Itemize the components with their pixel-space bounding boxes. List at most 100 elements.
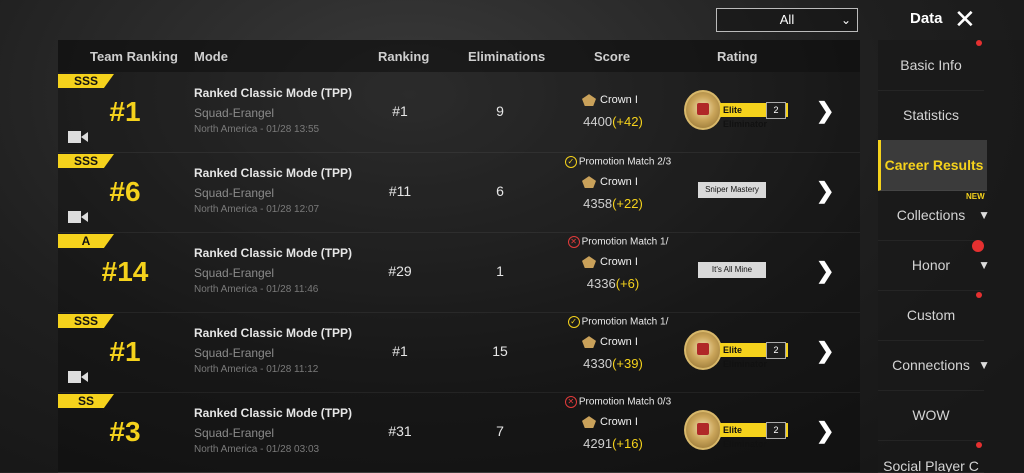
score: 4330(+39) [568,356,658,371]
rating-label: Sniper Mastery [698,182,766,198]
score: 4291(+16) [568,436,658,451]
rating-count: 2 [766,342,786,359]
mode-title: Ranked Classic Mode (TPP) [194,86,353,100]
sidebar-item-custom[interactable]: Custom [878,290,984,341]
sidebar-item-honor[interactable]: Honor ▼ [878,240,990,291]
rating-badge: Elite Eliminator 2 [684,410,788,450]
promotion-status: ✕ Promotion Match 1/ [558,236,678,248]
crown-label: Crown I [600,94,638,106]
sidebar-item-social-player[interactable]: Social Player C [878,440,984,473]
match-date: North America - 01/28 11:12 [194,364,319,375]
mode-title: Ranked Classic Mode (TPP) [194,246,353,260]
table-row[interactable]: SSS #6 Ranked Classic Mode (TPP) Squad-E… [58,152,860,233]
rating-label: It's All Mine [698,262,766,278]
promotion-status: ✓ Promotion Match 1/ [558,316,678,328]
promotion-label: Promotion Match 1/ [581,316,669,328]
mode-title: Ranked Classic Mode (TPP) [194,166,353,180]
x-circle-icon: ✕ [564,396,577,408]
sidebar-item-label: Collections [896,207,966,223]
chevron-right-icon[interactable]: ❯ [816,98,834,124]
new-badge: NEW [966,192,985,201]
score-delta: (+16) [612,436,643,451]
rating-badge: Elite Eliminator 2 [684,90,788,130]
crown-tier: Crown I [582,336,662,349]
eliminations: 7 [496,423,504,439]
tier-badge: SSS [58,154,114,168]
medal-icon [684,330,722,370]
filter-dropdown[interactable]: All ⌄ [716,8,858,32]
medal-icon [684,90,722,130]
score-value: 4291 [583,436,613,451]
tier-badge: A [58,234,114,248]
match-ranking: #11 [388,183,412,199]
mode-map: Squad-Erangel [194,186,275,200]
rating-count: 2 [766,422,786,439]
match-ranking: #31 [388,423,412,439]
crown-icon [582,94,596,107]
page-title: Data [910,10,943,27]
score-delta: (+42) [612,114,643,129]
chevron-right-icon[interactable]: ❯ [816,258,834,284]
crown-tier: Crown I [582,94,662,107]
video-replay-icon[interactable] [68,210,88,224]
score-value: 4358 [583,196,613,211]
top-bar: All ⌄ Data ✕ [0,0,1024,40]
crown-tier: Crown I [582,176,662,189]
tier-badge: SSS [58,74,114,88]
score-delta: (+39) [612,356,643,371]
team-rank: #1 [109,96,141,127]
col-ranking: Ranking [378,49,430,64]
crown-label: Crown I [600,336,638,348]
crown-label: Crown I [600,416,638,428]
sidebar-item-statistics[interactable]: Statistics [878,90,984,141]
crown-icon [582,256,596,269]
career-results-table: Team Ranking Mode Ranking Eliminations S… [58,40,860,473]
table-row[interactable]: SSS #1 Ranked Classic Mode (TPP) Squad-E… [58,72,860,153]
crown-label: Crown I [600,256,638,268]
video-replay-icon[interactable] [68,130,88,144]
match-ranking: #1 [392,343,408,359]
table-header: Team Ranking Mode Ranking Eliminations S… [58,40,860,72]
promotion-label: Promotion Match 2/3 [578,156,672,168]
score: 4400(+42) [568,114,658,129]
eliminations: 15 [492,343,508,359]
team-rank: #6 [109,176,141,207]
table-row[interactable]: A #14 Ranked Classic Mode (TPP) Squad-Er… [58,232,860,313]
notification-dot [976,40,982,46]
mode-map: Squad-Erangel [194,346,275,360]
crown-tier: Crown I [582,416,662,429]
x-circle-icon: ✕ [567,236,580,248]
mode-map: Squad-Erangel [194,106,275,120]
match-ranking: #1 [392,103,408,119]
match-ranking: #29 [388,263,412,279]
triangle-down-icon: ▼ [978,358,990,372]
sidebar-item-connections[interactable]: Connections ▼ [878,340,990,391]
check-circle-icon: ✓ [567,316,580,328]
eliminations: 6 [496,183,504,199]
sidebar-item-label: Connections [892,357,970,373]
promotion-label: Promotion Match 0/3 [578,396,672,408]
col-mode: Mode [194,49,228,64]
sidebar: Basic Info Statistics Career Results Col… [878,40,1024,473]
mode-map: Squad-Erangel [194,266,275,280]
table-row[interactable]: SS #3 Ranked Classic Mode (TPP) Squad-Er… [58,392,860,473]
eliminations: 1 [496,263,504,279]
col-eliminations: Eliminations [468,49,546,64]
table-row[interactable]: SSS #1 Ranked Classic Mode (TPP) Squad-E… [58,312,860,393]
sidebar-item-career-results[interactable]: Career Results [878,140,987,191]
match-date: North America - 01/28 03:03 [194,444,320,455]
chevron-right-icon[interactable]: ❯ [816,338,834,364]
mode-map: Squad-Erangel [194,426,275,440]
video-replay-icon[interactable] [68,370,88,384]
rating-badge: Elite Eliminator 2 [684,330,788,370]
tier-badge: SS [58,394,114,408]
sidebar-item-basic-info[interactable]: Basic Info [878,40,984,91]
col-score: Score [594,49,631,64]
crown-label: Crown I [600,176,638,188]
chevron-right-icon[interactable]: ❯ [816,178,834,204]
chevron-right-icon[interactable]: ❯ [816,418,834,444]
tier-badge: SSS [58,314,114,328]
close-icon[interactable]: ✕ [954,4,976,34]
mode-title: Ranked Classic Mode (TPP) [194,406,353,420]
sidebar-item-wow[interactable]: WOW [878,390,984,441]
